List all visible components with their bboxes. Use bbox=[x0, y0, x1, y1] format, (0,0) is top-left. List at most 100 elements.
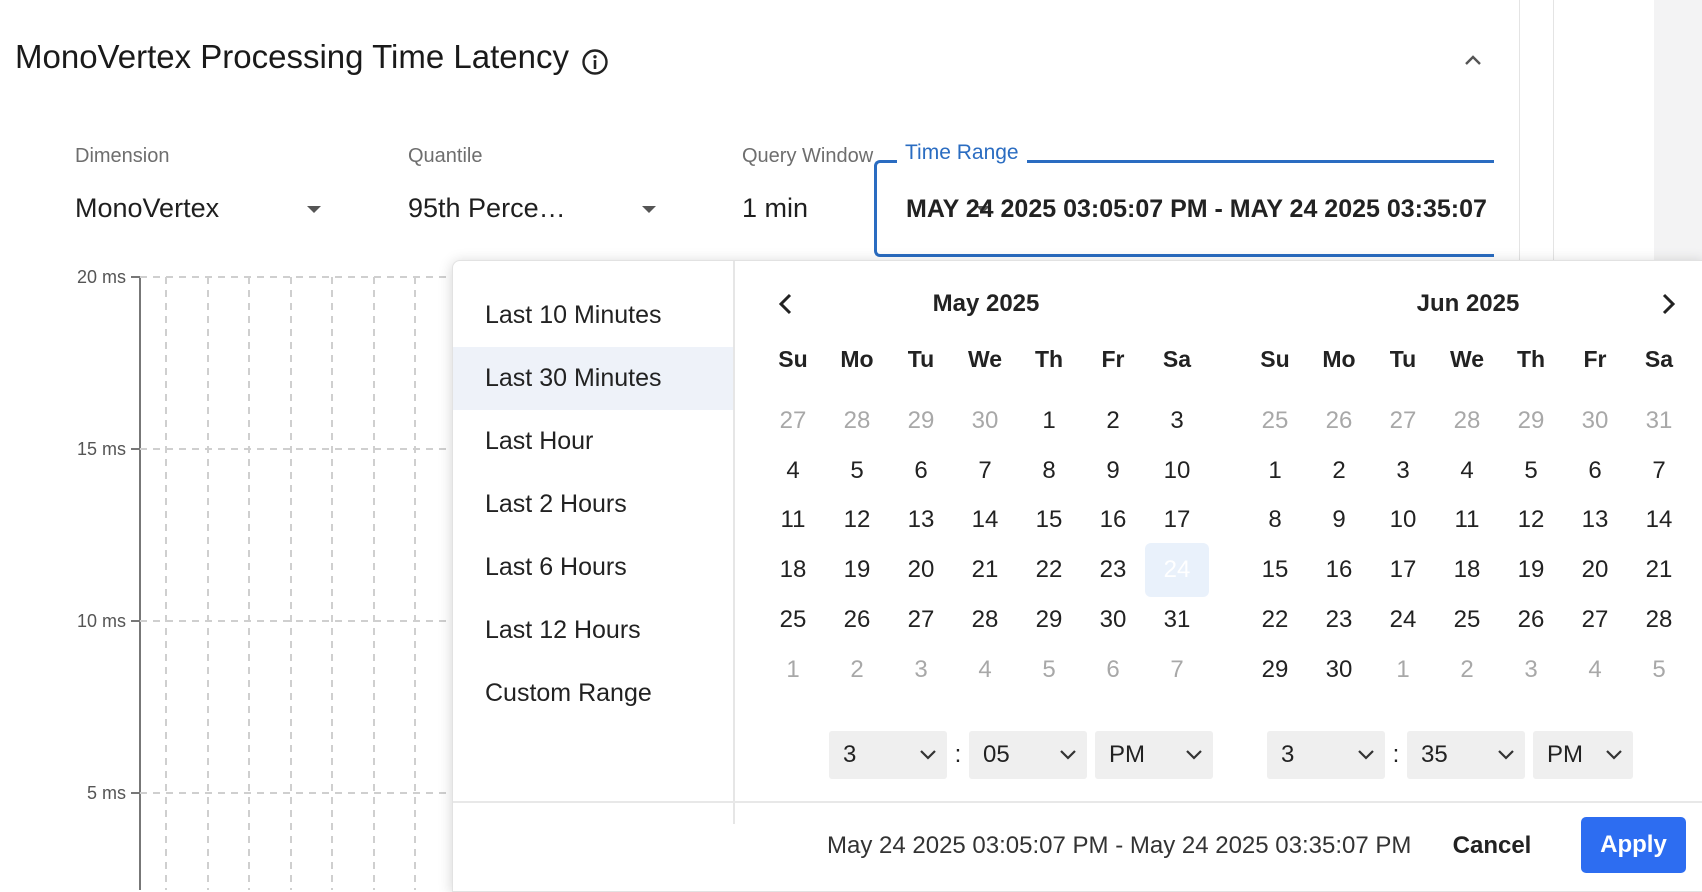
query-window-select[interactable]: 1 min bbox=[742, 193, 808, 224]
preset-option[interactable]: Last 30 Minutes bbox=[453, 347, 733, 410]
calendar-day[interactable]: 26 bbox=[1499, 593, 1563, 647]
calendar-day[interactable]: 25 bbox=[1243, 394, 1307, 448]
calendar-day[interactable]: 22 bbox=[1243, 593, 1307, 647]
calendar-day[interactable]: 1 bbox=[761, 643, 825, 697]
calendar-day[interactable]: 3 bbox=[1145, 394, 1209, 448]
calendar-day[interactable]: 2 bbox=[1307, 444, 1371, 498]
calendar-day[interactable]: 13 bbox=[1563, 493, 1627, 547]
calendar-day[interactable]: 18 bbox=[761, 543, 825, 597]
calendar-day[interactable]: 2 bbox=[825, 643, 889, 697]
calendar-day[interactable]: 5 bbox=[825, 444, 889, 498]
calendar-day[interactable]: 19 bbox=[1499, 543, 1563, 597]
calendar-day[interactable]: 7 bbox=[953, 444, 1017, 498]
calendar-day[interactable]: 27 bbox=[1371, 394, 1435, 448]
calendar-day[interactable]: 13 bbox=[889, 493, 953, 547]
calendar-day[interactable]: 30 bbox=[1081, 593, 1145, 647]
calendar-day[interactable]: 5 bbox=[1499, 444, 1563, 498]
dimension-select[interactable]: MonoVertex bbox=[75, 193, 219, 224]
calendar-day[interactable]: 6 bbox=[889, 444, 953, 498]
calendar-day[interactable]: 3 bbox=[889, 643, 953, 697]
preset-option[interactable]: Last 6 Hours bbox=[453, 536, 733, 599]
cancel-button[interactable]: Cancel bbox=[1438, 818, 1546, 874]
calendar-day[interactable]: 19 bbox=[825, 543, 889, 597]
end-minute-select[interactable]: 35 bbox=[1407, 731, 1525, 779]
end-ampm-select[interactable]: PM bbox=[1533, 731, 1633, 779]
calendar-day[interactable]: 30 bbox=[1307, 643, 1371, 697]
calendar-day[interactable]: 29 bbox=[1499, 394, 1563, 448]
calendar-day[interactable]: 7 bbox=[1627, 444, 1691, 498]
end-hour-select[interactable]: 3 bbox=[1267, 731, 1385, 779]
calendar-day[interactable]: 1 bbox=[1371, 643, 1435, 697]
calendar-day[interactable]: 28 bbox=[825, 394, 889, 448]
calendar-day[interactable]: 24 bbox=[1145, 543, 1209, 598]
calendar-day[interactable]: 28 bbox=[953, 593, 1017, 647]
calendar-day[interactable]: 3 bbox=[1499, 643, 1563, 697]
calendar-day[interactable]: 18 bbox=[1435, 543, 1499, 597]
calendar-day[interactable]: 16 bbox=[1081, 493, 1145, 547]
calendar-day[interactable]: 10 bbox=[1145, 444, 1209, 498]
calendar-day[interactable]: 5 bbox=[1017, 643, 1081, 697]
calendar-day[interactable]: 11 bbox=[761, 493, 825, 547]
calendar-day[interactable]: 11 bbox=[1435, 493, 1499, 547]
start-minute-select[interactable]: 05 bbox=[969, 731, 1087, 779]
calendar-day[interactable]: 2 bbox=[1435, 643, 1499, 697]
calendar-day[interactable]: 20 bbox=[889, 543, 953, 597]
calendar-day[interactable]: 25 bbox=[1435, 593, 1499, 647]
calendar-day[interactable]: 21 bbox=[953, 543, 1017, 597]
preset-option[interactable]: Last 10 Minutes bbox=[453, 284, 733, 347]
calendar-day[interactable]: 23 bbox=[1081, 543, 1145, 597]
calendar-day[interactable]: 9 bbox=[1307, 493, 1371, 547]
calendar-day[interactable]: 25 bbox=[761, 593, 825, 647]
calendar-day[interactable]: 4 bbox=[1563, 643, 1627, 697]
calendar-day[interactable]: 8 bbox=[1243, 493, 1307, 547]
apply-button[interactable]: Apply bbox=[1581, 817, 1686, 873]
calendar-day[interactable]: 31 bbox=[1145, 593, 1209, 647]
calendar-day[interactable]: 14 bbox=[1627, 493, 1691, 547]
calendar-day[interactable]: 29 bbox=[889, 394, 953, 448]
calendar-day[interactable]: 23 bbox=[1307, 593, 1371, 647]
calendar-day[interactable]: 28 bbox=[1627, 593, 1691, 647]
calendar-day[interactable]: 17 bbox=[1371, 543, 1435, 597]
calendar-day[interactable]: 5 bbox=[1627, 643, 1691, 697]
calendar-day[interactable]: 7 bbox=[1145, 643, 1209, 697]
calendar-day[interactable]: 27 bbox=[889, 593, 953, 647]
calendar-day[interactable]: 29 bbox=[1243, 643, 1307, 697]
preset-option[interactable]: Last 2 Hours bbox=[453, 473, 733, 536]
calendar-day[interactable]: 10 bbox=[1371, 493, 1435, 547]
calendar-day[interactable]: 4 bbox=[761, 444, 825, 498]
chevron-up-icon[interactable] bbox=[1462, 50, 1484, 70]
preset-option[interactable]: Last 12 Hours bbox=[453, 599, 733, 662]
calendar-day[interactable]: 6 bbox=[1563, 444, 1627, 498]
calendar-day[interactable]: 1 bbox=[1243, 444, 1307, 498]
calendar-day[interactable]: 14 bbox=[953, 493, 1017, 547]
calendar-day[interactable]: 2 bbox=[1081, 394, 1145, 448]
calendar-day[interactable]: 21 bbox=[1627, 543, 1691, 597]
preset-option[interactable]: Custom Range bbox=[453, 662, 733, 725]
calendar-day[interactable]: 20 bbox=[1563, 543, 1627, 597]
quantile-select[interactable]: 95th Perce… bbox=[408, 193, 566, 224]
calendar-day[interactable]: 15 bbox=[1017, 493, 1081, 547]
preset-option[interactable]: Last Hour bbox=[453, 410, 733, 473]
calendar-day[interactable]: 26 bbox=[825, 593, 889, 647]
calendar-day[interactable]: 15 bbox=[1243, 543, 1307, 597]
calendar-day[interactable]: 16 bbox=[1307, 543, 1371, 597]
start-ampm-select[interactable]: PM bbox=[1095, 731, 1213, 779]
calendar-day[interactable]: 12 bbox=[825, 493, 889, 547]
calendar-day[interactable]: 24 bbox=[1371, 593, 1435, 647]
calendar-day[interactable]: 6 bbox=[1081, 643, 1145, 697]
info-circle-icon[interactable] bbox=[581, 48, 609, 76]
dimension-caret-icon[interactable] bbox=[307, 206, 321, 213]
calendar-day[interactable]: 1 bbox=[1017, 394, 1081, 448]
calendar-day[interactable]: 9 bbox=[1081, 444, 1145, 498]
calendar-day[interactable]: 4 bbox=[953, 643, 1017, 697]
calendar-day[interactable]: 4 bbox=[1435, 444, 1499, 498]
time-range-value[interactable]: MAY 24 2025 03:05:07 PM - MAY 24 2025 03… bbox=[906, 195, 1486, 224]
calendar-day[interactable]: 30 bbox=[953, 394, 1017, 448]
calendar-day[interactable]: 31 bbox=[1627, 394, 1691, 448]
calendar-day[interactable]: 28 bbox=[1435, 394, 1499, 448]
calendar-day[interactable]: 22 bbox=[1017, 543, 1081, 597]
quantile-caret-icon[interactable] bbox=[642, 206, 656, 213]
calendar-day[interactable]: 27 bbox=[761, 394, 825, 448]
calendar-day[interactable]: 12 bbox=[1499, 493, 1563, 547]
calendar-day[interactable]: 3 bbox=[1371, 444, 1435, 498]
